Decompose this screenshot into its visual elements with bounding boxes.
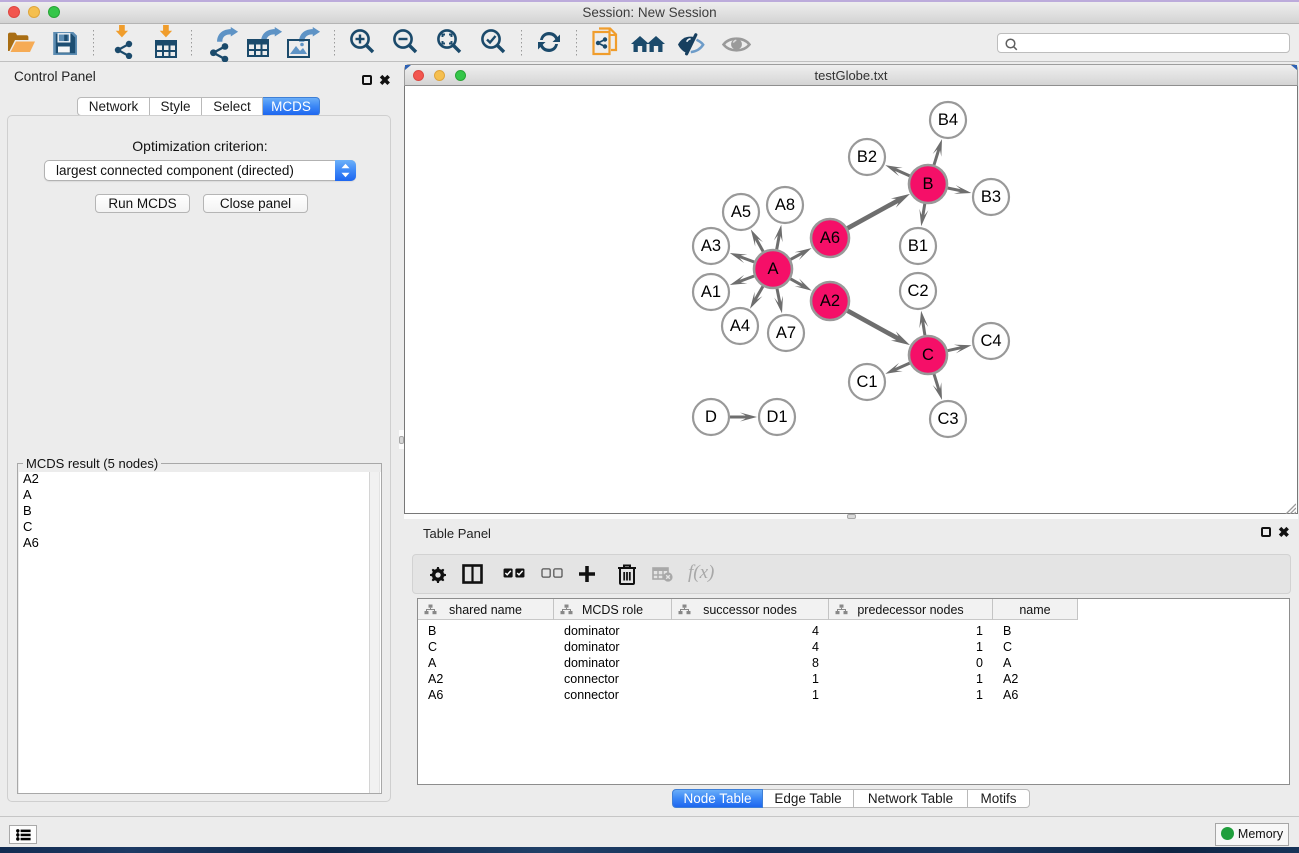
svg-text:D1: D1 [766, 408, 787, 426]
svg-text:A3: A3 [701, 237, 721, 255]
svg-text:C2: C2 [907, 282, 928, 300]
svg-text:A1: A1 [701, 283, 721, 301]
svg-text:B4: B4 [938, 111, 958, 129]
svg-text:A5: A5 [731, 203, 751, 221]
svg-text:C: C [922, 346, 934, 364]
svg-text:C3: C3 [937, 410, 958, 428]
svg-text:A7: A7 [776, 324, 796, 342]
svg-text:A6: A6 [820, 229, 840, 247]
svg-text:A: A [767, 260, 778, 278]
svg-text:C1: C1 [856, 373, 877, 391]
svg-text:A4: A4 [730, 317, 750, 335]
svg-text:D: D [705, 408, 717, 426]
svg-text:B: B [922, 175, 933, 193]
svg-text:B3: B3 [981, 188, 1001, 206]
svg-text:A2: A2 [820, 292, 840, 310]
svg-text:A8: A8 [775, 196, 795, 214]
svg-text:B2: B2 [857, 148, 877, 166]
svg-text:C4: C4 [980, 332, 1001, 350]
svg-text:B1: B1 [908, 237, 928, 255]
